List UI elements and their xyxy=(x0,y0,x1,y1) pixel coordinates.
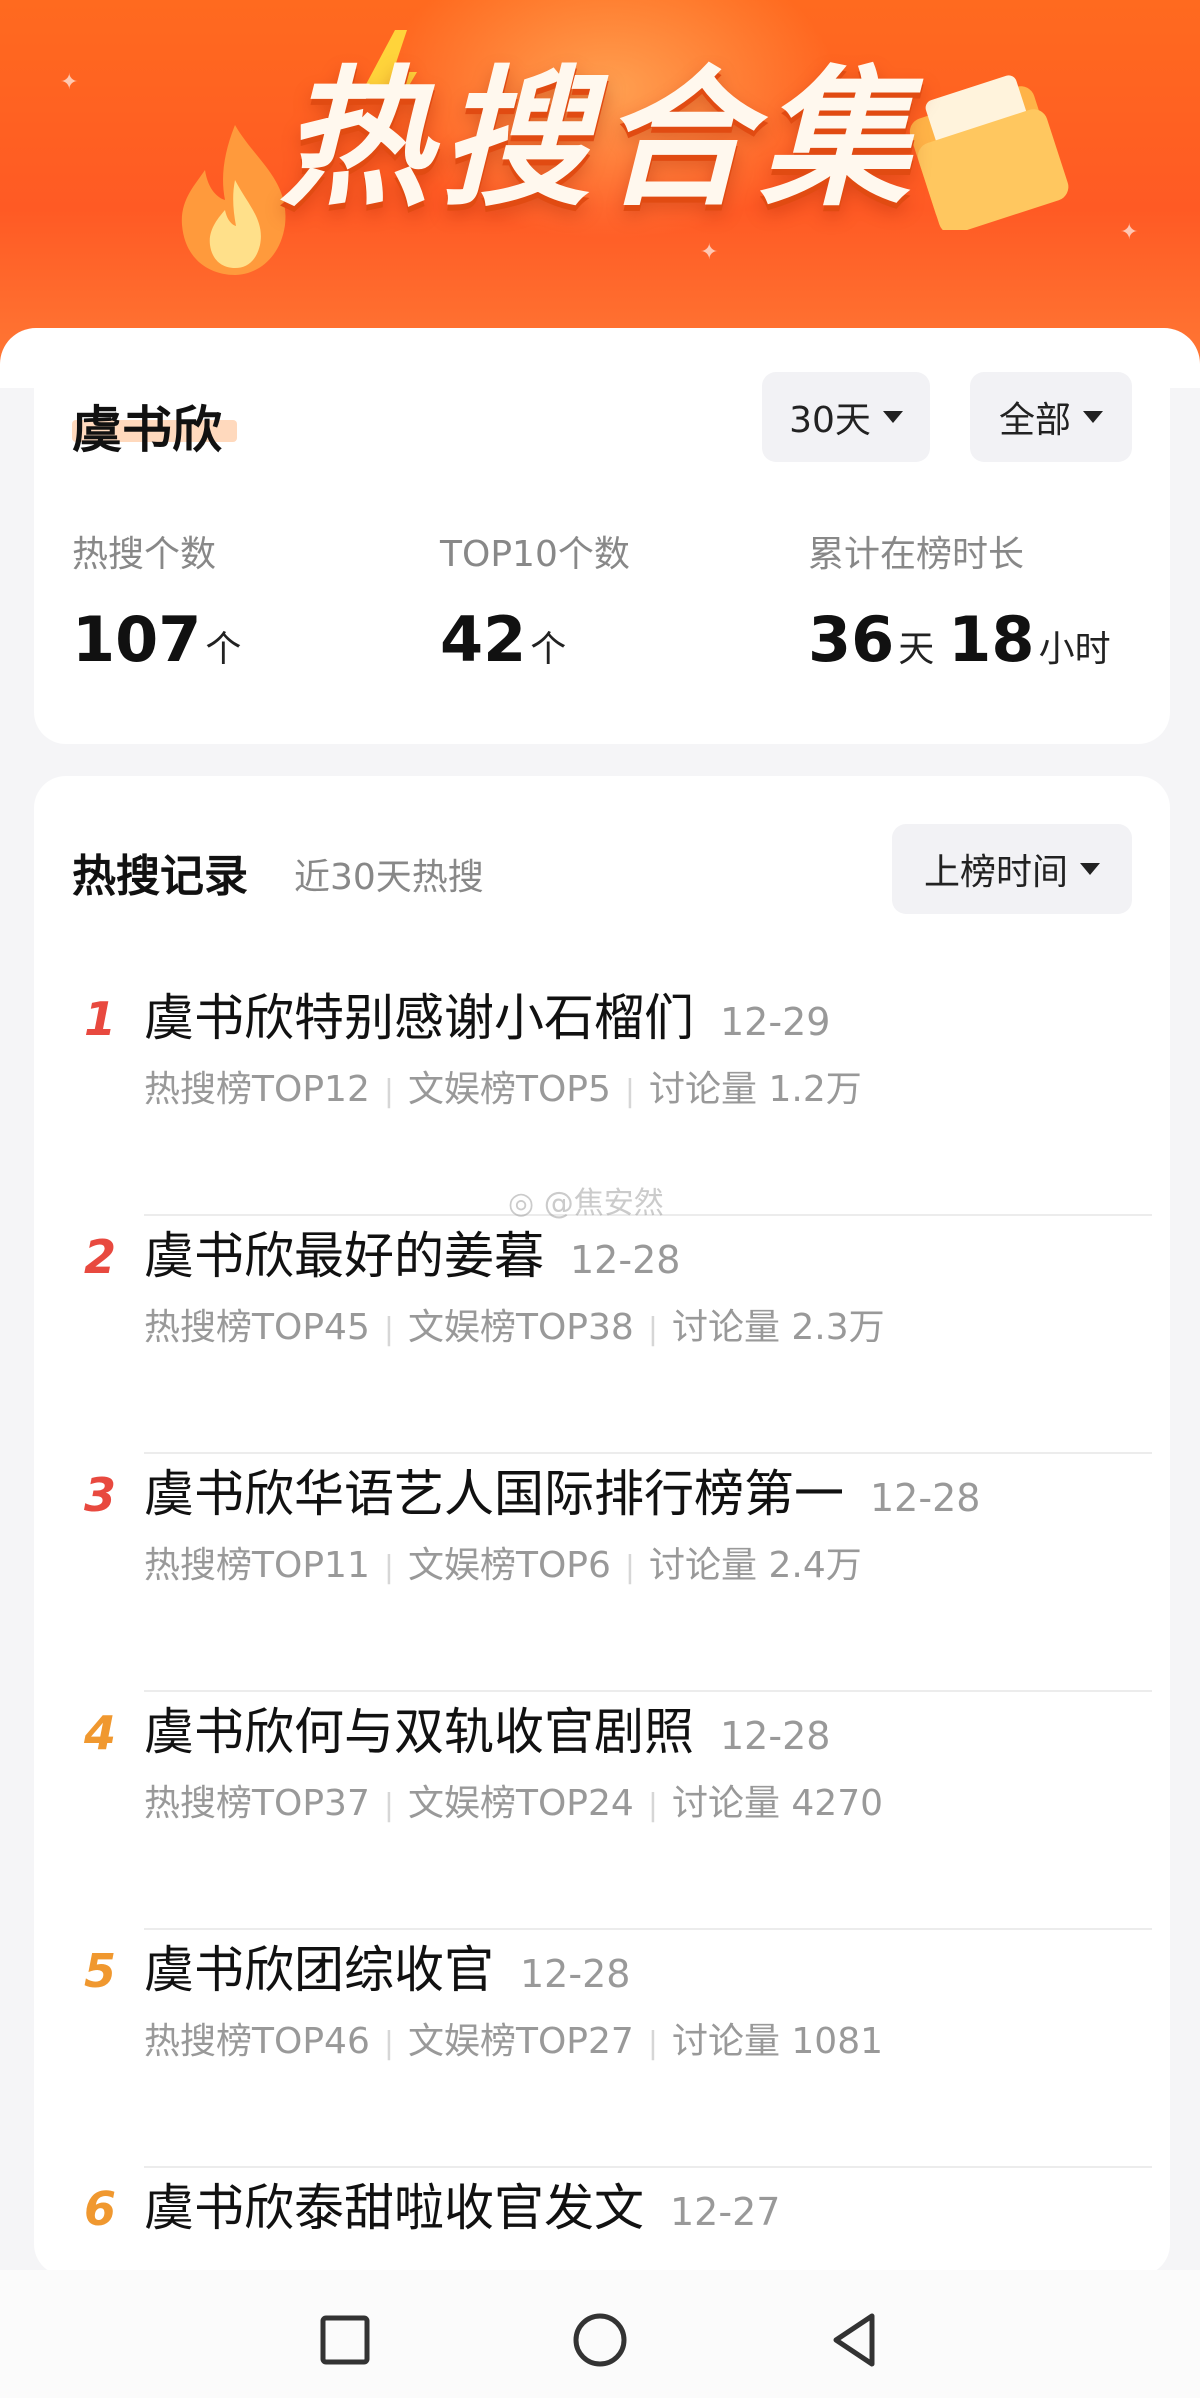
item-date: 12-28 xyxy=(720,1714,831,1758)
stat-value: 107 个 xyxy=(72,603,255,676)
records-subtitle: 近30天热搜 xyxy=(294,857,484,898)
stat-label: 热搜个数 xyxy=(72,534,217,575)
ent-rank: 文娱榜TOP5 xyxy=(407,1069,611,1110)
stat-number: 107 xyxy=(72,603,202,676)
stat-value: 36 天 18 小时 xyxy=(808,603,1125,676)
stat-unit: 个 xyxy=(530,629,567,670)
ent-rank: 文娱榜TOP6 xyxy=(407,1545,611,1586)
item-meta: 热搜榜TOP37 | 文娱榜TOP24 | 讨论量 4270 xyxy=(144,1774,883,1826)
hot-search-banner: 热搜合集 ✦ ✦ ✦ xyxy=(0,0,1200,380)
weibo-logo-icon: ◎ xyxy=(508,1186,544,1221)
caret-down-icon xyxy=(1083,411,1103,423)
meta-separator: | xyxy=(383,1074,394,1109)
stat-days-number: 36 xyxy=(808,603,895,676)
item-date: 12-29 xyxy=(720,1000,831,1044)
item-title: 虞书欣华语艺人国际排行榜第一 xyxy=(144,1465,844,1523)
triangle-back-icon[interactable] xyxy=(826,2310,886,2370)
discuss-count: 讨论量 2.4万 xyxy=(649,1545,862,1586)
stat-number: 42 xyxy=(440,603,527,676)
meta-separator: | xyxy=(647,1312,658,1347)
caret-down-icon xyxy=(882,411,903,423)
rank-number: 3 xyxy=(83,1468,116,1522)
rank-number: 6 xyxy=(83,2182,116,2236)
ent-rank: 文娱榜TOP38 xyxy=(407,1307,634,1348)
item-title-line: 虞书欣团综收官 12-28 xyxy=(144,1930,630,2002)
period-filter-label: 30天 xyxy=(789,400,871,441)
hot-rank: 热搜榜TOP12 xyxy=(144,1069,370,1110)
item-date: 12-28 xyxy=(870,1476,981,1520)
ent-rank: 文娱榜TOP24 xyxy=(407,1783,634,1824)
banner-title: 热搜合集 xyxy=(279,53,920,227)
discuss-count: 讨论量 2.3万 xyxy=(671,1307,885,1348)
meta-separator: | xyxy=(624,1550,636,1585)
item-title-line: 虞书欣泰甜啦收官发文 12-27 xyxy=(144,2168,780,2240)
scope-filter-label: 全部 xyxy=(998,400,1071,441)
item-title: 虞书欣何与双轨收官剧照 xyxy=(144,1703,694,1761)
stat-top10-count: TOP10个数 42 个 xyxy=(440,525,630,676)
item-title: 虞书欣最好的姜暮 xyxy=(144,1227,544,1285)
sparkle-icon: ✦ xyxy=(1120,220,1139,245)
item-title: 虞书欣团综收官 xyxy=(144,1941,494,1999)
rank-number: 4 xyxy=(83,1706,116,1760)
hot-search-list-item[interactable]: 2 虞书欣最好的姜暮 12-28 热搜榜TOP45 | 文娱榜TOP38 | 讨论量 2.3万 xyxy=(72,1216,1152,1454)
sort-dropdown[interactable]: 上榜时间 xyxy=(892,824,1132,914)
meta-separator: | xyxy=(383,2026,394,2061)
square-icon[interactable] xyxy=(315,2310,375,2370)
ent-rank: 文娱榜TOP27 xyxy=(407,2021,634,2062)
meta-separator: | xyxy=(383,1550,394,1585)
item-title: 虞书欣泰甜啦收官发文 xyxy=(144,2179,644,2237)
hot-rank: 热搜榜TOP46 xyxy=(144,2021,370,2062)
item-meta: 热搜榜TOP12 | 文娱榜TOP5 | 讨论量 1.2万 xyxy=(144,1060,862,1112)
item-date: 12-28 xyxy=(570,1238,681,1282)
item-title-line: 虞书欣最好的姜暮 12-28 xyxy=(144,1216,680,1288)
stat-hours-number: 18 xyxy=(948,603,1035,676)
scope-filter-dropdown[interactable]: 全部 xyxy=(970,372,1132,462)
hot-rank: 热搜榜TOP11 xyxy=(144,1545,370,1586)
item-date: 12-28 xyxy=(520,1952,631,1996)
discuss-count: 讨论量 1081 xyxy=(671,2021,883,2062)
watermark: ◎ @焦安然 xyxy=(508,1178,664,1222)
item-title-line: 虞书欣何与双轨收官剧照 12-28 xyxy=(144,1692,830,1764)
stat-label: TOP10个数 xyxy=(440,534,630,575)
rank-number: 2 xyxy=(83,1230,116,1284)
item-meta: 热搜榜TOP46 | 文娱榜TOP27 | 讨论量 1081 xyxy=(144,2012,883,2064)
stat-label: 累计在榜时长 xyxy=(808,534,1025,575)
stat-total-duration: 累计在榜时长 36 天 18 小时 xyxy=(808,525,1111,676)
stat-value: 42 个 xyxy=(440,603,580,676)
rank-number: 1 xyxy=(83,992,116,1046)
discuss-count: 讨论量 1.2万 xyxy=(649,1069,862,1110)
hot-search-list-item[interactable]: 3 虞书欣华语艺人国际排行榜第一 12-28 热搜榜TOP11 | 文娱榜TOP6 | 讨论量… xyxy=(72,1454,1152,1692)
meta-separator: | xyxy=(647,1788,658,1823)
sort-label: 上榜时间 xyxy=(923,852,1068,893)
period-filter-dropdown[interactable]: 30天 xyxy=(762,372,930,462)
rank-number: 5 xyxy=(83,1944,116,1998)
sparkle-icon: ✦ xyxy=(60,70,79,95)
hot-search-list-item[interactable]: 5 虞书欣团综收官 12-28 热搜榜TOP46 | 文娱榜TOP27 | 讨论量 1081 xyxy=(72,1930,1152,2168)
discuss-count: 讨论量 4270 xyxy=(671,1783,883,1824)
circle-icon[interactable] xyxy=(570,2310,630,2370)
meta-separator: | xyxy=(383,1312,394,1347)
item-meta: 热搜榜TOP11 | 文娱榜TOP6 | 讨论量 2.4万 xyxy=(144,1536,862,1588)
stat-hot-count: 热搜个数 107 个 xyxy=(72,525,241,676)
meta-separator: | xyxy=(624,1074,636,1109)
item-date: 12-27 xyxy=(670,2190,781,2234)
hot-rank: 热搜榜TOP37 xyxy=(144,1783,370,1824)
hot-search-list-item[interactable]: 4 虞书欣何与双轨收官剧照 12-28 热搜榜TOP37 | 文娱榜TOP24 | 讨论量 4… xyxy=(72,1692,1152,1930)
caret-down-icon xyxy=(1080,863,1100,875)
stat-days-unit: 天 xyxy=(898,629,935,670)
item-title: 虞书欣特别感谢小石榴们 xyxy=(144,989,694,1047)
meta-separator: | xyxy=(647,2026,658,2061)
stat-hours-unit: 小时 xyxy=(1038,629,1111,670)
hot-rank: 热搜榜TOP45 xyxy=(144,1307,370,1348)
item-title-line: 虞书欣特别感谢小石榴们 12-29 xyxy=(144,978,830,1050)
item-title-line: 虞书欣华语艺人国际排行榜第一 12-28 xyxy=(144,1454,980,1526)
item-meta: 热搜榜TOP45 | 文娱榜TOP38 | 讨论量 2.3万 xyxy=(144,1298,885,1350)
sparkle-icon: ✦ xyxy=(700,240,719,265)
meta-separator: | xyxy=(383,1788,394,1823)
profile-name-wrap: 虞书欣 xyxy=(72,390,237,462)
watermark-text: @焦安然 xyxy=(543,1186,664,1221)
stat-unit: 个 xyxy=(205,629,242,670)
records-title: 热搜记录 xyxy=(72,851,248,902)
profile-name: 虞书欣 xyxy=(72,401,222,459)
